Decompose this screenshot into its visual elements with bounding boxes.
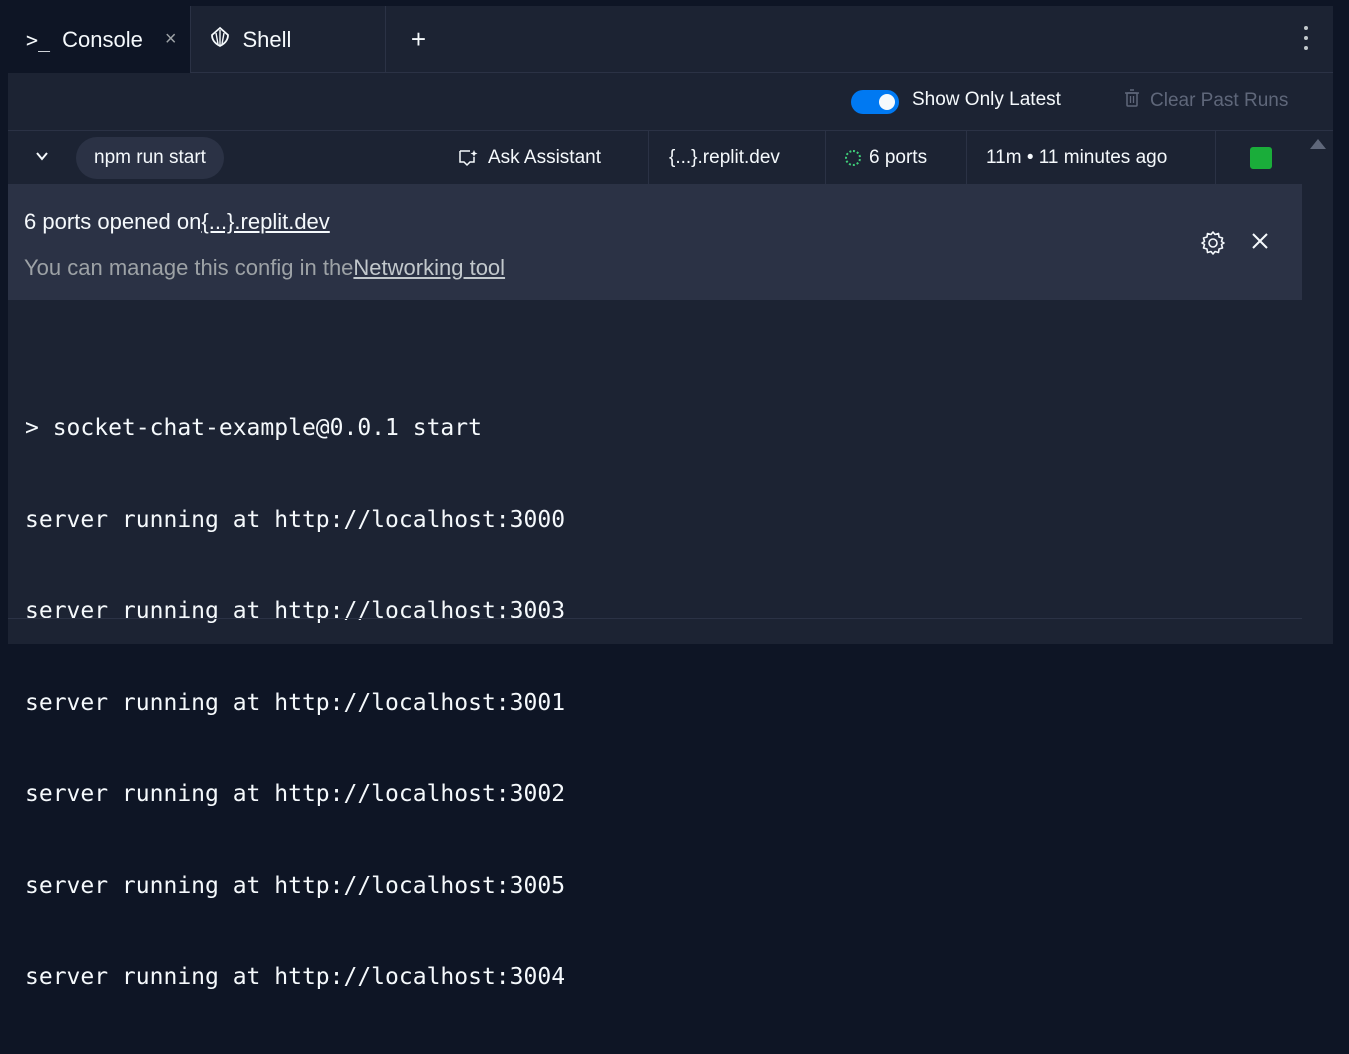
show-only-latest-label: Show Only Latest [912, 89, 1061, 110]
console-output[interactable]: > socket-chat-example@0.0.1 start server… [8, 300, 1302, 990]
tab-shell-label: Shell [242, 26, 292, 52]
console-output-lines: > socket-chat-example@0.0.1 start server… [25, 352, 565, 1054]
ports-notice-text: 6 ports opened on [24, 209, 202, 234]
gear-icon[interactable] [1200, 230, 1226, 261]
run-command-pill[interactable]: npm run start [76, 137, 224, 179]
manage-config-text: You can manage this config in the [24, 255, 354, 280]
clear-past-runs-button[interactable]: Clear Past Runs [1124, 89, 1288, 113]
output-line: server running at http://localhost:3004 [25, 964, 566, 990]
shell-icon [209, 26, 231, 54]
run-time-info: 11m • 11 minutes ago [986, 131, 1212, 185]
chat-sparkle-icon [459, 150, 478, 167]
ask-assistant-label: Ask Assistant [488, 147, 601, 168]
output-line: server running at http://localhost:3002 [25, 781, 566, 807]
more-options-icon[interactable] [1303, 26, 1309, 50]
plus-icon: + [410, 24, 427, 54]
divider [966, 131, 967, 185]
ports-status-icon [845, 150, 861, 166]
output-line: > socket-chat-example@0.0.1 start [25, 415, 482, 441]
output-line: server running at http://localhost:3005 [25, 872, 566, 899]
ports-button[interactable]: 6 ports [845, 131, 927, 185]
tab-console[interactable]: >_ Console × [8, 6, 191, 73]
console-options-bar: Show Only Latest Clear Past Runs [8, 73, 1333, 131]
add-tab-button[interactable]: + [386, 6, 452, 73]
console-prompt-icon: >_ [26, 27, 51, 52]
tab-console-label: Console [62, 26, 143, 52]
running-status-indicator[interactable] [1250, 147, 1272, 169]
dev-domain-link[interactable]: {...}.replit.dev [669, 131, 780, 185]
tab-shell[interactable]: Shell [191, 6, 386, 73]
divider [825, 131, 826, 185]
trash-icon [1124, 89, 1140, 113]
ports-domain-link[interactable]: {...}.replit.dev [201, 209, 329, 234]
output-line: server running at http://localhost:3000 [25, 506, 566, 533]
workspace-pane: >_ Console × Shell + Show Only Latest Cl… [8, 6, 1333, 990]
ports-notice-title: 6 ports opened on{...}.replit.dev [24, 209, 330, 235]
scroll-up-arrow-icon[interactable] [1310, 139, 1326, 149]
tab-bar: >_ Console × Shell + [8, 6, 1333, 73]
ports-notice-banner: 6 ports opened on{...}.replit.dev You ca… [8, 185, 1302, 300]
toggle-knob [879, 94, 895, 110]
show-only-latest-toggle[interactable] [851, 90, 899, 114]
clear-past-runs-label: Clear Past Runs [1150, 90, 1289, 111]
networking-tool-link[interactable]: Networking tool [353, 255, 505, 280]
run-time-label: 11m • 11 minutes ago [986, 147, 1168, 168]
chevron-down-icon[interactable] [34, 148, 50, 169]
divider [1215, 131, 1216, 185]
output-line: server running at http://localhost:3001 [25, 689, 566, 716]
ask-assistant-button[interactable]: Ask Assistant [458, 131, 601, 185]
close-icon[interactable] [1250, 231, 1270, 256]
divider [648, 131, 649, 185]
dev-domain-label: {...}.replit.dev [669, 147, 780, 168]
run-command-label: npm run start [94, 147, 206, 168]
divider [8, 618, 1302, 619]
ports-label: 6 ports [869, 147, 928, 168]
tab-close-icon[interactable]: × [165, 28, 177, 51]
run-header: npm run start Ask Assistant {...}.replit… [8, 131, 1302, 185]
ports-notice-subtitle: You can manage this config in theNetwork… [24, 255, 505, 281]
output-line: server running at http://localhost:3003 [25, 598, 566, 624]
scrollbar[interactable] [1302, 131, 1333, 644]
